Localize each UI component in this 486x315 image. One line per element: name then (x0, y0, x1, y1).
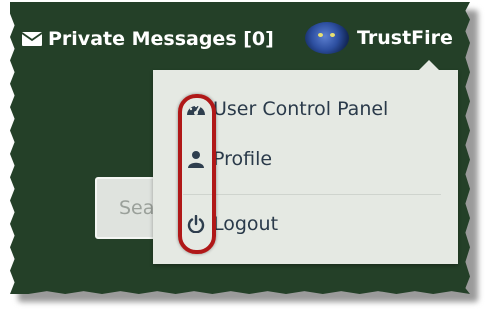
username-label: TrustFire (357, 27, 453, 49)
icon-highlight-annotation (178, 94, 216, 254)
user-menu-toggle[interactable]: TrustFire (305, 22, 453, 54)
menu-item-label: Logout (213, 213, 279, 235)
menu-item-label: Profile (213, 148, 273, 170)
forum-header-panel: Private Messages [0] TrustFire Sea User … (10, 2, 470, 294)
search-placeholder: Sea (119, 197, 155, 219)
menu-divider (183, 194, 441, 195)
avatar (305, 22, 349, 54)
dropdown-caret (419, 60, 439, 70)
menu-item-label: User Control Panel (213, 98, 389, 120)
envelope-icon (22, 32, 42, 46)
private-messages-label: Private Messages [0] (48, 28, 274, 50)
private-messages-link[interactable]: Private Messages [0] (22, 28, 274, 50)
